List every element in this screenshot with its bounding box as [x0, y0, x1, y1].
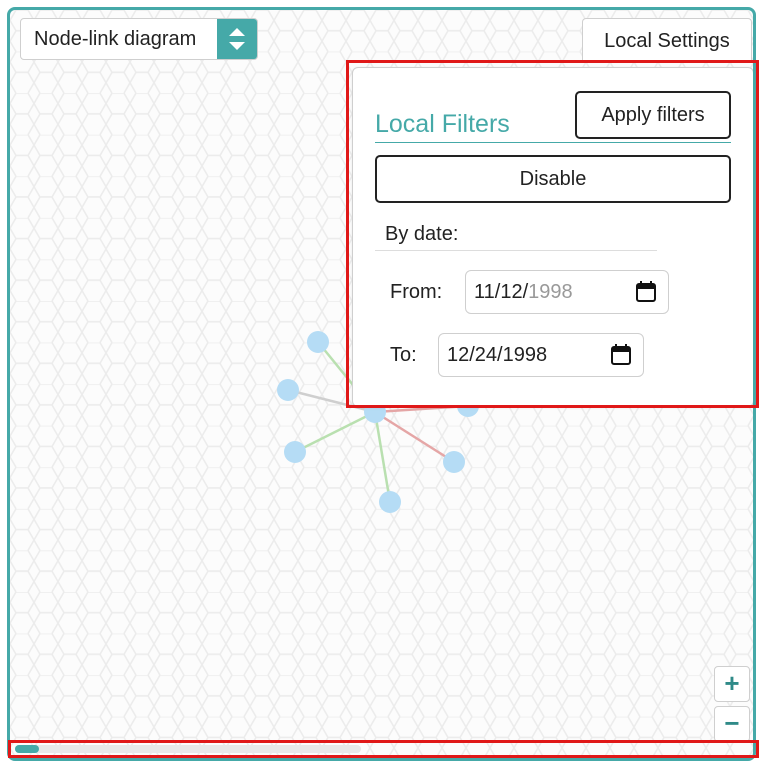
graph-node[interactable]	[379, 491, 401, 513]
view-type-select[interactable]: Node-link diagram	[20, 18, 258, 60]
to-label: To:	[390, 344, 417, 366]
from-date-value: 11/12/	[474, 280, 529, 303]
calendar-icon[interactable]	[635, 281, 657, 309]
edge	[373, 411, 392, 503]
to-date-input[interactable]: 12/24/1998	[438, 333, 644, 377]
title-divider	[375, 142, 731, 143]
to-date-value: 12/24/1998	[447, 343, 548, 366]
edge	[294, 410, 376, 454]
from-date-year: 1998	[528, 280, 573, 303]
edge	[374, 410, 455, 464]
plus-icon: +	[724, 668, 740, 698]
disable-button[interactable]: Disable	[375, 155, 731, 203]
zoom-in-button[interactable]: +	[714, 666, 750, 702]
graph-node[interactable]	[284, 441, 306, 463]
from-label: From:	[390, 281, 443, 303]
horizontal-scrollbar[interactable]	[15, 745, 361, 753]
graph-view-frame: Node-link diagram Local Settings Apply f…	[7, 7, 756, 761]
local-filters-panel: Apply filters Local Filters Disable By d…	[352, 67, 753, 407]
local-settings-button[interactable]: Local Settings	[582, 18, 752, 62]
calendar-icon[interactable]	[610, 344, 632, 372]
zoom-out-button[interactable]: −	[714, 706, 750, 742]
panel-title: Local Filters	[375, 110, 510, 138]
scrollbar-thumb[interactable]	[15, 745, 39, 753]
apply-filters-button[interactable]: Apply filters	[575, 91, 731, 139]
graph-node[interactable]	[307, 331, 329, 353]
graph-node[interactable]	[443, 451, 465, 473]
by-date-label: By date:	[385, 223, 459, 245]
up-down-chevron-icon[interactable]	[217, 19, 257, 59]
from-date-input[interactable]: 11/12/1998	[465, 270, 669, 314]
view-type-selected-label: Node-link diagram	[34, 27, 197, 50]
graph-node[interactable]	[277, 379, 299, 401]
by-date-divider	[375, 250, 657, 251]
minus-icon: −	[724, 708, 740, 738]
